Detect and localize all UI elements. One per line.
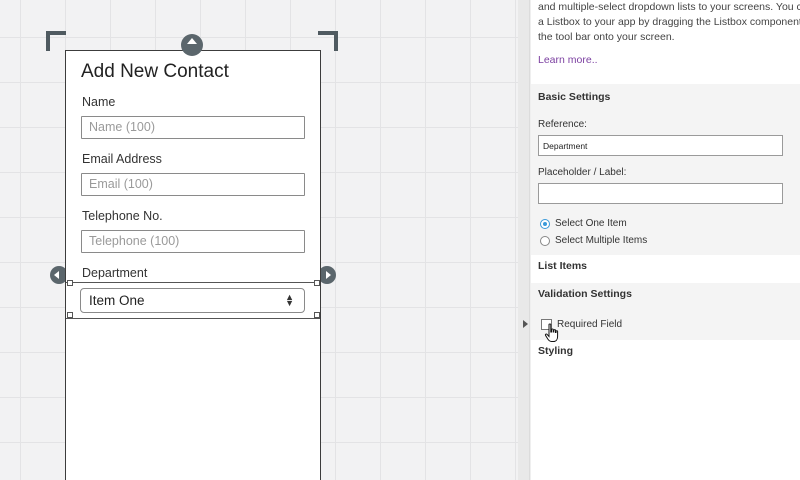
selected-component-frame[interactable]: Item One ▲ ▼: [66, 280, 320, 319]
updown-arrow-icon: ▲ ▼: [285, 292, 294, 308]
validation-settings-title: Validation Settings: [538, 288, 632, 300]
reference-input[interactable]: Department: [538, 135, 783, 156]
selection-handle[interactable]: [67, 280, 73, 286]
radio-button-checked[interactable]: [540, 218, 550, 229]
telephone-label: Telephone No.: [82, 209, 163, 223]
styling-title[interactable]: Styling: [538, 345, 573, 357]
radio-label: Select Multiple Items: [555, 235, 648, 246]
description-line: a Listbox to your app by dragging the Li…: [538, 16, 800, 28]
reference-label: Reference:: [538, 119, 587, 130]
learn-more-link[interactable]: Learn more..: [538, 54, 598, 66]
design-canvas[interactable]: Add New Contact Name Name (100) Email Ad…: [0, 0, 518, 480]
department-label: Department: [82, 266, 148, 280]
email-input[interactable]: Email (100): [81, 173, 305, 196]
radio-select-one[interactable]: Select One Item: [540, 218, 627, 229]
radio-button[interactable]: [540, 235, 550, 246]
name-label: Name: [82, 95, 116, 109]
scroll-up-handle[interactable]: [181, 34, 203, 56]
selection-handle[interactable]: [67, 312, 73, 318]
placeholder-label: Placeholder / Label:: [538, 167, 627, 178]
frame-corner-top-left: [46, 31, 66, 51]
placeholder-input[interactable]: [538, 183, 783, 204]
collapse-arrow-icon[interactable]: [523, 320, 528, 328]
radio-select-multiple[interactable]: Select Multiple Items: [540, 235, 647, 246]
screen-preview: Add New Contact Name Name (100) Email Ad…: [65, 50, 321, 480]
frame-corner-top-right: [318, 31, 338, 51]
description-line: and multiple-select dropdown lists to yo…: [538, 1, 800, 13]
selection-handle[interactable]: [314, 312, 320, 318]
department-listbox[interactable]: Item One ▲ ▼: [80, 288, 305, 313]
form-title: Add New Contact: [81, 61, 229, 82]
component-description: and multiple-select dropdown lists to yo…: [538, 0, 800, 45]
basic-settings-title: Basic Settings: [538, 91, 611, 103]
email-label: Email Address: [82, 152, 162, 166]
radio-label: Select One Item: [555, 218, 627, 229]
department-selected-value: Item One: [89, 293, 145, 308]
list-items-title[interactable]: List Items: [538, 260, 587, 272]
properties-panel: and multiple-select dropdown lists to yo…: [531, 0, 800, 480]
hand-cursor-icon: [544, 323, 559, 342]
name-input[interactable]: Name (100): [81, 116, 305, 139]
selection-handle[interactable]: [314, 280, 320, 286]
description-line: the tool bar onto your screen.: [538, 31, 675, 43]
panel-splitter[interactable]: [518, 0, 530, 480]
telephone-input[interactable]: Telephone (100): [81, 230, 305, 253]
required-field-label: Required Field: [557, 319, 623, 330]
